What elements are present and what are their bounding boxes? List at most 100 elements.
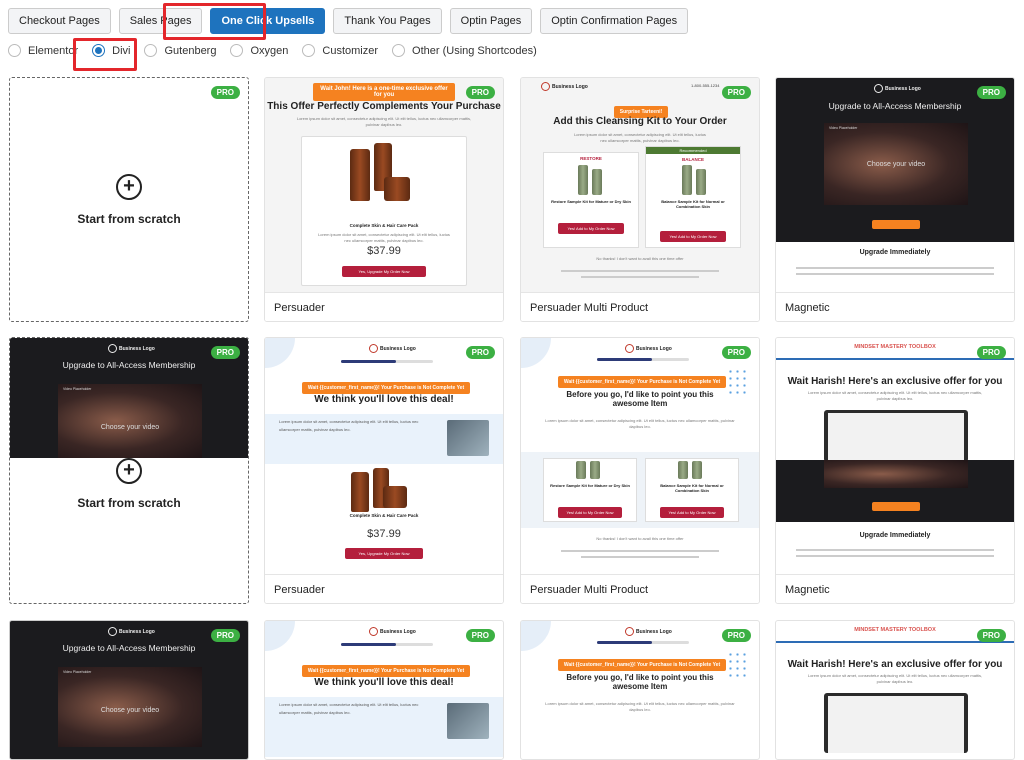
template-preview: PRO Business Logo Wait {{customer_first_… <box>265 338 503 574</box>
price: $37.99 <box>367 245 401 257</box>
tab-optin-pages[interactable]: Optin Pages <box>449 8 533 34</box>
decor-shape <box>265 621 295 651</box>
scratch-label: Start from scratch <box>77 496 181 510</box>
tab-checkout-pages[interactable]: Checkout Pages <box>8 8 111 34</box>
business-logo: Business Logo <box>541 82 588 91</box>
template-name: Persuader Multi Product <box>521 292 759 321</box>
business-logo: Business Logo <box>625 344 672 353</box>
start-from-scratch-card[interactable]: PRO Business Logo Upgrade to All-Access … <box>9 337 249 604</box>
plus-circle-icon: + <box>116 458 142 484</box>
add-button: Yes! Add to My Order Now <box>660 231 726 242</box>
radio-gutenberg[interactable]: Gutenberg <box>144 44 216 57</box>
business-logo: Business Logo <box>108 627 155 636</box>
upgrade-button: Yes, Upgrade My Order Now <box>342 266 426 277</box>
business-logo: Business Logo <box>625 627 672 636</box>
restore-label: RESTORE <box>580 156 602 161</box>
benefits-list: Lorem ipsum dolor sit amet, consectetur … <box>279 419 419 432</box>
restore-kit-name: Restore Sample Kit for Mature or Dry Ski… <box>550 483 630 488</box>
pro-badge: PRO <box>721 346 751 359</box>
template-card-magnetic[interactable]: PRO MINDSET MASTERY TOOLBOX Wait Harish!… <box>775 337 1015 604</box>
text-line <box>581 276 699 278</box>
pro-badge: PRO <box>721 629 751 642</box>
pro-badge: PRO <box>210 629 240 642</box>
product-band: Restore Sample Kit for Mature or Dry Ski… <box>521 452 759 528</box>
price: $37.99 <box>367 528 401 540</box>
pro-badge: PRO <box>465 86 495 99</box>
video-title: Video Placeholder <box>829 126 858 130</box>
radio-oxygen[interactable]: Oxygen <box>230 44 288 57</box>
video-placeholder: Video Placeholder Choose your video <box>58 384 202 458</box>
radio-label: Oxygen <box>250 44 289 57</box>
template-card-magnetic[interactable]: PRO MINDSET MASTERY TOOLBOX Wait Harish!… <box>775 620 1015 760</box>
laptop-screen <box>828 413 964 462</box>
balance-label: BALANCE <box>682 157 704 162</box>
text-line <box>796 555 994 557</box>
template-card-persuader-multi[interactable]: PRO Business Logo Wait {{customer_first_… <box>520 620 760 760</box>
phone-number: 1-800-555-1234 <box>691 83 720 88</box>
tab-optin-confirmation-pages[interactable]: Optin Confirmation Pages <box>540 8 689 34</box>
progress-bar <box>341 360 433 363</box>
template-card-magnetic-video[interactable]: PRO Business Logo Upgrade to All-Access … <box>9 620 249 760</box>
pro-badge: PRO <box>210 346 240 359</box>
balance-kit-name: Balance Sample Kit for Normal or Combina… <box>661 199 725 209</box>
video-placeholder: Video Placeholder Choose your video <box>58 667 202 747</box>
video-title: Video Placeholder <box>63 387 92 391</box>
template-card-persuader-multi[interactable]: PRO Business Logo Wait {{customer_first_… <box>520 337 760 604</box>
template-name: Persuader <box>265 292 503 321</box>
decor-shape <box>521 621 551 651</box>
radio-elementor[interactable]: Elementor <box>8 44 78 57</box>
highlight-box-tab <box>163 3 266 40</box>
offer-banner: Wait {{customer_first_name}}! Your Purch… <box>557 376 727 388</box>
no-thanks-link: No thanks! I don't want to avail this on… <box>596 536 684 541</box>
decor-shape <box>521 338 551 368</box>
template-card-persuader[interactable]: PRO Wait John! Here is a one-time exclus… <box>264 77 504 322</box>
laptop-screen <box>828 696 964 753</box>
preview-headline: Upgrade to All-Access Membership <box>62 643 196 653</box>
preview-text: Lorem ipsum dolor sit amet, consectetur … <box>545 418 735 429</box>
template-preview: PRO MINDSET MASTERY TOOLBOX Wait Harish!… <box>776 338 1014 574</box>
start-from-scratch-card[interactable]: PRO + Start from scratch <box>9 77 249 322</box>
pro-badge: PRO <box>976 346 1006 359</box>
radio-circle-icon <box>392 44 406 57</box>
benefits-list: Lorem ipsum dolor sit amet, consectetur … <box>279 702 419 715</box>
decor-shape <box>265 338 295 368</box>
green-bottle-image <box>590 461 600 479</box>
template-card-persuader[interactable]: PRO Business Logo Wait {{customer_first_… <box>264 337 504 604</box>
product-box: Complete Skin & Hair Care Pack Lorem ips… <box>301 136 467 286</box>
pro-badge: PRO <box>210 86 240 99</box>
preview-headline: Wait Harish! Here's an exclusive offer f… <box>787 376 1003 387</box>
radio-other-shortcodes[interactable]: Other (Using Shortcodes) <box>392 44 537 57</box>
green-bottle-image <box>682 165 692 195</box>
template-name: Magnetic <box>776 574 1014 603</box>
video-placeholder: Video Placeholder Choose your video <box>824 123 968 205</box>
pro-badge: PRO <box>465 346 495 359</box>
template-card-persuader[interactable]: PRO Business Logo Wait {{customer_first_… <box>264 620 504 760</box>
watch-image <box>447 420 489 456</box>
text-line <box>796 273 994 275</box>
preview-headline: Wait Harish! Here's an exclusive offer f… <box>787 659 1003 670</box>
template-card-magnetic[interactable]: PRO Business Logo Upgrade to All-Access … <box>775 77 1015 322</box>
radio-customizer[interactable]: Customizer <box>302 44 378 57</box>
text-line <box>561 550 719 552</box>
preview-headline: This Offer Perfectly Complements Your Pu… <box>267 101 501 112</box>
page-type-tabs: Checkout Pages Sales Pages One Click Ups… <box>8 8 689 34</box>
radio-circle-icon <box>8 44 21 57</box>
kit-name: Complete Skin & Hair Care Pack <box>349 513 419 518</box>
preview-headline: Add this Cleansing Kit to Your Order <box>553 116 727 127</box>
restore-box: RESTORE Restore Sample Kit for Mature or… <box>543 152 639 248</box>
green-bottle-image <box>578 165 588 195</box>
progress-bar <box>597 358 689 361</box>
template-card-persuader-multi[interactable]: PRO Business Logo 1-800-555-1234 Surpris… <box>520 77 760 322</box>
tab-thank-you-pages[interactable]: Thank You Pages <box>333 8 442 34</box>
choose-video: Choose your video <box>100 707 160 714</box>
business-logo: Business Logo <box>874 84 921 93</box>
plus-circle-icon: + <box>116 173 142 200</box>
preview-headline: Upgrade to All-Access Membership <box>62 360 196 370</box>
business-logo: Business Logo <box>108 344 155 353</box>
radio-circle-icon <box>230 44 244 57</box>
pro-badge: PRO <box>976 86 1006 99</box>
preview-headline: Before you go, I'd like to point you thi… <box>566 390 714 408</box>
radio-label: Other (Using Shortcodes) <box>412 44 537 57</box>
template-preview: PRO Business Logo 1-800-555-1234 Surpris… <box>521 78 759 292</box>
kit-desc: Lorem ipsum dolor sit amet, consectetur … <box>318 232 450 243</box>
